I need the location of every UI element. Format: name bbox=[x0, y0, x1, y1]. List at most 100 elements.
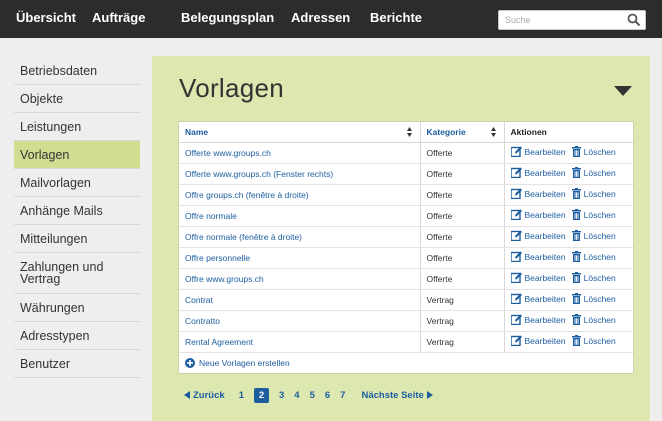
row-actions: Bearbeiten Löschen bbox=[503, 247, 633, 269]
sidebar-item-waehrungen[interactable]: Währungen bbox=[14, 294, 140, 322]
sidebar-item-mailvorlagen[interactable]: Mailvorlagen bbox=[14, 169, 140, 197]
template-name-link[interactable]: Rental Agreement bbox=[179, 331, 420, 353]
delete-button[interactable]: Löschen bbox=[571, 230, 616, 241]
column-header-name-label: Name bbox=[185, 126, 209, 137]
trash-icon bbox=[571, 167, 581, 178]
column-header-category-label: Kategorie bbox=[426, 126, 466, 137]
edit-icon bbox=[510, 146, 522, 157]
edit-button[interactable]: Bearbeiten bbox=[510, 293, 566, 304]
page-link-7[interactable]: 7 bbox=[340, 390, 345, 401]
edit-label: Bearbeiten bbox=[524, 167, 566, 178]
column-header-actions: Aktionen bbox=[503, 122, 633, 143]
template-name-link[interactable]: Offre normale bbox=[179, 205, 420, 227]
edit-label: Bearbeiten bbox=[524, 293, 566, 304]
template-name-link[interactable]: Offre groups.ch (fenêtre à droite) bbox=[179, 184, 420, 206]
template-name-link[interactable]: Offerte www.groups.ch bbox=[179, 142, 420, 164]
template-name-link[interactable]: Offre www.groups.ch bbox=[179, 268, 420, 290]
nav-item-adressen[interactable]: Adressen bbox=[291, 0, 350, 38]
top-navigation-bar: Übersicht Aufträge Belegungsplan Adresse… bbox=[0, 0, 662, 38]
sort-icon bbox=[406, 127, 412, 137]
template-category: Offerte bbox=[419, 205, 504, 227]
edit-icon bbox=[510, 314, 522, 325]
edit-button[interactable]: Bearbeiten bbox=[510, 335, 566, 346]
page-link-4[interactable]: 4 bbox=[294, 390, 299, 401]
edit-button[interactable]: Bearbeiten bbox=[510, 167, 566, 178]
sidebar-item-benutzer[interactable]: Benutzer bbox=[14, 350, 140, 378]
template-name-link[interactable]: Offerte www.groups.ch (Fenster rechts) bbox=[179, 163, 420, 185]
edit-label: Bearbeiten bbox=[524, 251, 566, 262]
delete-button[interactable]: Löschen bbox=[571, 293, 616, 304]
sidebar-item-vorlagen[interactable]: Vorlagen bbox=[14, 141, 140, 169]
next-page-label: Nächste Seite bbox=[361, 389, 424, 401]
edit-button[interactable]: Bearbeiten bbox=[510, 272, 566, 283]
new-template-button[interactable]: Neue Vorlagen erstellen bbox=[179, 353, 633, 373]
delete-button[interactable]: Löschen bbox=[571, 272, 616, 283]
edit-button[interactable]: Bearbeiten bbox=[510, 146, 566, 157]
page-link-6[interactable]: 6 bbox=[325, 390, 330, 401]
table-row: Contratto Vertrag Bearbeiten Löschen bbox=[179, 310, 633, 332]
sidebar-item-anhaenge-mails[interactable]: Anhänge Mails bbox=[14, 197, 140, 225]
trash-icon bbox=[571, 293, 581, 304]
nav-item-auftraege[interactable]: Aufträge bbox=[92, 0, 145, 38]
edit-button[interactable]: Bearbeiten bbox=[510, 188, 566, 199]
delete-button[interactable]: Löschen bbox=[571, 146, 616, 157]
sidebar-item-mitteilungen[interactable]: Mitteilungen bbox=[14, 225, 140, 253]
delete-button[interactable]: Löschen bbox=[571, 251, 616, 262]
collapse-triangle-icon[interactable] bbox=[614, 86, 632, 96]
sidebar-item-zahlungen-und-vertrag[interactable]: Zahlungen und Vertrag bbox=[14, 253, 140, 294]
edit-label: Bearbeiten bbox=[524, 230, 566, 241]
edit-icon bbox=[510, 167, 522, 178]
edit-button[interactable]: Bearbeiten bbox=[510, 230, 566, 241]
page-link-3[interactable]: 3 bbox=[279, 390, 284, 401]
plus-circle-icon bbox=[185, 357, 195, 368]
page-link-1[interactable]: 1 bbox=[239, 390, 244, 401]
sidebar-item-objekte[interactable]: Objekte bbox=[14, 85, 140, 113]
delete-button[interactable]: Löschen bbox=[571, 335, 616, 346]
sidebar-item-betriebsdaten[interactable]: Betriebsdaten bbox=[14, 57, 140, 85]
delete-button[interactable]: Löschen bbox=[571, 314, 616, 325]
column-header-category[interactable]: Kategorie bbox=[419, 122, 504, 143]
nav-item-uebersicht[interactable]: Übersicht bbox=[16, 0, 76, 38]
row-actions: Bearbeiten Löschen bbox=[503, 205, 633, 227]
table-row: Offerte www.groups.ch (Fenster rechts) Of… bbox=[179, 163, 633, 185]
row-actions: Bearbeiten Löschen bbox=[503, 226, 633, 248]
template-name-link[interactable]: Contratto bbox=[179, 310, 420, 332]
delete-button[interactable]: Löschen bbox=[571, 188, 616, 199]
table-row: Offre www.groups.ch Offerte Bearbeiten Lösc… bbox=[179, 268, 633, 290]
trash-icon bbox=[571, 272, 581, 283]
previous-page-link[interactable]: Zurück bbox=[184, 390, 225, 401]
table-header-row: Name Kategorie Aktionen bbox=[179, 122, 633, 143]
page-link-5[interactable]: 5 bbox=[310, 390, 315, 401]
nav-item-belegungsplan[interactable]: Belegungsplan bbox=[181, 0, 274, 38]
edit-icon bbox=[510, 230, 522, 241]
edit-button[interactable]: Bearbeiten bbox=[510, 251, 566, 262]
delete-label: Löschen bbox=[583, 272, 616, 283]
edit-label: Bearbeiten bbox=[524, 188, 566, 199]
edit-button[interactable]: Bearbeiten bbox=[510, 209, 566, 220]
page-link-current[interactable]: 2 bbox=[253, 387, 269, 403]
column-header-name[interactable]: Name bbox=[179, 122, 420, 143]
search-icon[interactable] bbox=[627, 13, 641, 27]
delete-button[interactable]: Löschen bbox=[571, 167, 616, 178]
sidebar-item-leistungen[interactable]: Leistungen bbox=[14, 113, 140, 141]
delete-label: Löschen bbox=[583, 230, 616, 241]
template-name-link[interactable]: Contrat bbox=[179, 289, 420, 311]
nav-item-berichte[interactable]: Berichte bbox=[370, 0, 422, 38]
table-row: Offre normale (fenêtre à droite) Offerte B… bbox=[179, 226, 633, 248]
template-category: Offerte bbox=[419, 268, 504, 290]
delete-button[interactable]: Löschen bbox=[571, 209, 616, 220]
search-input[interactable] bbox=[505, 11, 623, 29]
edit-label: Bearbeiten bbox=[524, 146, 566, 157]
row-actions: Bearbeiten Löschen bbox=[503, 268, 633, 290]
sidebar-item-adresstypen[interactable]: Adresstypen bbox=[14, 322, 140, 350]
template-category: Vertrag bbox=[419, 310, 504, 332]
next-page-link[interactable]: Nächste Seite bbox=[361, 389, 433, 401]
table-row: Offre personnelle Offerte Bearbeiten Lösche… bbox=[179, 247, 633, 269]
edit-label: Bearbeiten bbox=[524, 209, 566, 220]
sort-icon bbox=[490, 127, 496, 137]
template-name-link[interactable]: Offre normale (fenêtre à droite) bbox=[179, 226, 420, 248]
template-name-link[interactable]: Offre personnelle bbox=[179, 247, 420, 269]
edit-button[interactable]: Bearbeiten bbox=[510, 314, 566, 325]
templates-table: Name Kategorie Aktionen Offerte www.grou… bbox=[178, 121, 634, 374]
main-content: Vorlagen Name Kategorie Aktionen Offerte… bbox=[152, 56, 650, 421]
